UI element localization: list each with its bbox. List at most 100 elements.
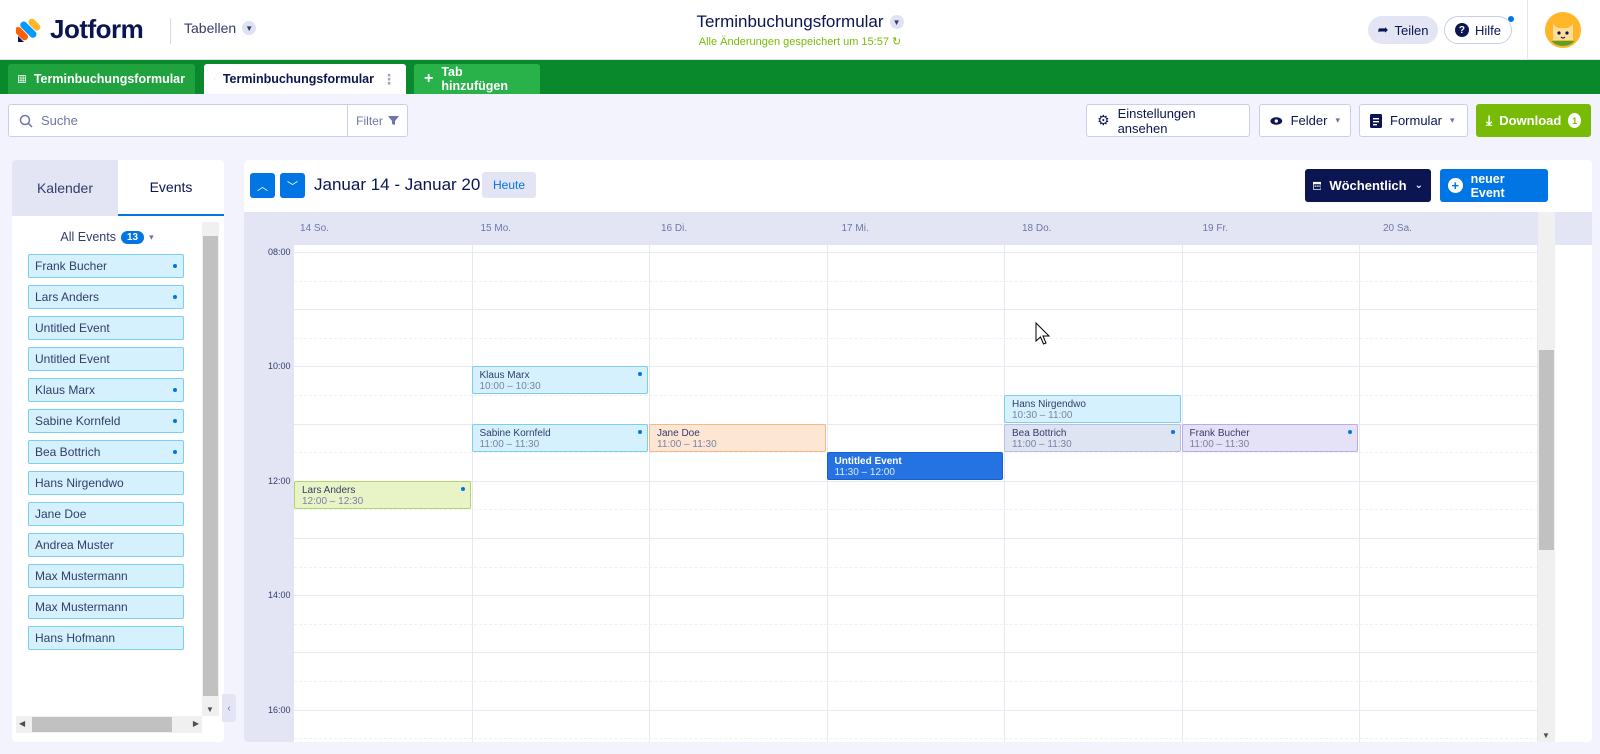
calendar-panel: ︿ ﹀ Januar 14 - Januar 20 Heute Wöchentl… — [244, 160, 1592, 742]
new-event-button[interactable]: + neuer Event — [1440, 169, 1548, 202]
event-name: Hans Nirgendwo — [1012, 399, 1086, 410]
list-item[interactable]: Sabine Kornfeld — [28, 409, 184, 433]
today-button[interactable]: Heute — [482, 172, 536, 198]
event-name: Max Mustermann — [35, 569, 128, 583]
calendar-scrollbar[interactable]: ▼ — [1538, 212, 1555, 742]
scroll-down-arrow-icon[interactable]: ▼ — [206, 705, 214, 714]
tab-label: Tab hinzufügen — [441, 65, 508, 93]
chevron-up-icon: ︿ — [257, 180, 268, 193]
calendar-event[interactable]: Untitled Event 11:30 – 12:00 — [826, 452, 1003, 481]
scroll-down-arrow-icon[interactable]: ▼ — [1542, 731, 1550, 740]
event-name: Untitled Event — [834, 456, 902, 468]
form-label: Formular — [1390, 113, 1443, 128]
chevron-left-icon: ‹ — [227, 702, 231, 714]
collapse-sidebar-button[interactable]: ‹ — [222, 694, 236, 722]
event-time: 11:00 – 11:30 — [657, 438, 717, 450]
list-item[interactable]: Bea Bottrich — [28, 440, 184, 464]
grid-line — [294, 337, 1538, 339]
event-time: 10:30 – 11:00 — [1012, 410, 1073, 421]
list-item[interactable]: Hans Hofmann — [28, 626, 184, 650]
form-dropdown[interactable]: Formular ▾ — [1359, 104, 1468, 137]
list-item[interactable]: Klaus Marx — [28, 378, 184, 402]
sidebar-horizontal-scrollbar[interactable]: ◀ ▶ — [16, 716, 202, 733]
tab-calendar[interactable]: Kalender — [12, 160, 118, 216]
event-time: 11:00 – 11:30 — [1189, 438, 1250, 450]
previous-week-button[interactable]: ︿ — [250, 173, 275, 198]
grid-line — [294, 709, 1538, 711]
list-item[interactable]: Hans Nirgendwo — [28, 471, 184, 495]
calendar-event[interactable]: Klaus Marx 10:00 – 10:30 — [471, 366, 648, 395]
avatar[interactable] — [1545, 12, 1581, 48]
event-name: Sabine Kornfeld — [35, 414, 121, 428]
scroll-left-arrow-icon[interactable]: ◀ — [19, 719, 25, 728]
list-item[interactable]: Lars Anders — [28, 285, 184, 309]
event-name: Andrea Muster — [35, 538, 114, 552]
event-name: Jane Doe — [657, 427, 700, 439]
event-time: 11:00 – 11:30 — [479, 438, 540, 450]
grid-line — [294, 595, 1538, 597]
calendar-event[interactable]: Jane Doe 11:00 – 11:30 — [649, 423, 826, 452]
week-grid[interactable]: Klaus Marx 10:00 – 10:30 Hans Nirgendwo 10:… — [294, 245, 1538, 742]
share-button[interactable]: ➦ Teilen — [1368, 16, 1438, 44]
help-button[interactable]: ? Hilfe — [1444, 16, 1512, 44]
scrollbar-thumb[interactable] — [32, 717, 172, 732]
time-gutter: 08:00 10:00 12:00 14:00 16:00 — [244, 245, 294, 742]
share-arrow-icon: ➦ — [1377, 22, 1389, 37]
tab-table-view[interactable]: Terminbuchungsformular — [8, 64, 195, 94]
sidebar-scrollbar[interactable]: ▼ — [202, 222, 219, 716]
calendar-event[interactable]: Hans Nirgendwo 10:30 – 11:00 — [1004, 395, 1181, 423]
calendar-event[interactable]: Frank Bucher 11:00 – 11:30 — [1181, 423, 1358, 452]
events-sidebar: Kalender Events All Events 13 ▾ Frank Bu… — [12, 160, 224, 742]
next-week-button[interactable]: ﹀ — [280, 173, 305, 198]
calendar-icon — [214, 78, 215, 80]
event-time: 11:30 – 12:00 — [834, 467, 895, 479]
list-item[interactable]: Untitled Event — [28, 347, 184, 371]
view-settings-button[interactable]: ⚙ Einstellungen ansehen — [1086, 104, 1250, 137]
list-item[interactable]: Max Mustermann — [28, 564, 184, 588]
event-name: Hans Hofmann — [35, 631, 116, 645]
grid-line — [294, 652, 1538, 654]
chevron-down-icon: ⌄ — [1414, 180, 1423, 191]
list-item[interactable]: Untitled Event — [28, 316, 184, 340]
save-status-text: Alle Änderungen gespeichert um 15:57 — [698, 36, 889, 48]
fields-dropdown[interactable]: Felder ▾ — [1259, 104, 1351, 137]
day-label: 19 Fr. — [1202, 223, 1229, 234]
calendar-event[interactable]: Lars Anders 12:00 – 12:30 — [294, 480, 471, 509]
kebab-menu-icon[interactable]: ⋮ — [382, 71, 396, 88]
form-title-dropdown[interactable]: Terminbuchungsformular ▼ — [696, 12, 904, 32]
day-column-divider — [1004, 245, 1005, 742]
all-events-filter[interactable]: All Events 13 ▾ — [12, 230, 202, 244]
search-input[interactable] — [41, 113, 347, 128]
refresh-icon: ↻ — [892, 36, 902, 48]
status-dot — [1348, 429, 1352, 434]
form-icon — [1370, 113, 1382, 128]
calendar-event[interactable]: Bea Bottrich 11:00 – 11:30 — [1004, 423, 1181, 452]
status-dot — [173, 419, 177, 423]
status-dot — [638, 429, 642, 434]
time-label: 12:00 — [268, 475, 291, 486]
download-label: Download — [1499, 113, 1562, 128]
tab-events[interactable]: Events — [118, 160, 224, 216]
scrollbar-thumb[interactable] — [203, 236, 218, 696]
chevron-down-icon: ▾ — [1335, 115, 1340, 125]
day-label: 17 Mi. — [841, 223, 869, 234]
list-item[interactable]: Jane Doe — [28, 502, 184, 526]
day-column-divider — [649, 245, 650, 742]
filter-button[interactable]: Filter — [347, 105, 407, 136]
help-label: Hilfe — [1474, 22, 1501, 38]
add-tab-button[interactable]: + Tab hinzufügen — [414, 64, 540, 94]
scrollbar-thumb[interactable] — [1539, 350, 1554, 550]
download-count-badge: 1 — [1568, 113, 1581, 128]
view-mode-dropdown[interactable]: Wöchentlich ⌄ — [1305, 169, 1431, 202]
download-button[interactable]: ⤓ Download 1 — [1476, 104, 1591, 137]
list-item[interactable]: Andrea Muster — [28, 533, 184, 557]
calendar-event[interactable]: Sabine Kornfeld 11:00 – 11:30 — [471, 423, 648, 452]
notification-dot — [1507, 15, 1515, 23]
list-item[interactable]: Frank Bucher — [28, 254, 184, 278]
tab-calendar-view[interactable]: Terminbuchungsformular ⋮ — [204, 64, 406, 94]
scroll-right-arrow-icon[interactable]: ▶ — [193, 719, 199, 728]
list-item[interactable]: Max Mustermann — [28, 595, 184, 619]
header-divider — [1527, 0, 1528, 60]
grid-line — [294, 623, 1538, 625]
day-label: 14 So. — [300, 223, 329, 234]
